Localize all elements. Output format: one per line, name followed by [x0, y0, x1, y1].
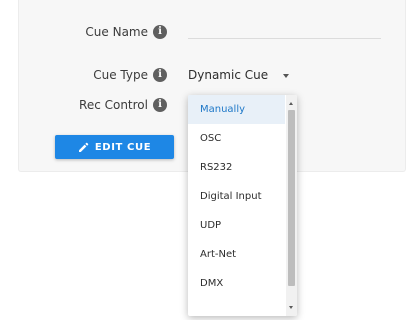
dropdown-scrollbar[interactable]	[286, 95, 297, 316]
rec-control-dropdown[interactable]: Manually OSC RS232 Digital Input UDP Art…	[188, 95, 297, 316]
option-rs232[interactable]: RS232	[188, 153, 285, 182]
cue-type-label: Cue Type	[93, 68, 148, 82]
option-digital-input[interactable]: Digital Input	[188, 182, 285, 211]
option-art-net[interactable]: Art-Net	[188, 240, 285, 269]
rec-control-info-icon[interactable]: i	[153, 98, 167, 112]
cue-name-label: Cue Name	[85, 25, 148, 39]
pencil-icon	[78, 142, 89, 152]
cue-name-input[interactable]	[188, 20, 381, 39]
edit-cue-button[interactable]: EDIT CUE	[55, 135, 174, 159]
cue-type-select[interactable]: Dynamic Cue	[188, 68, 268, 82]
scroll-down-icon[interactable]	[289, 306, 293, 309]
chevron-down-icon[interactable]	[283, 74, 289, 78]
rec-control-label: Rec Control	[79, 98, 148, 112]
option-manually[interactable]: Manually	[188, 95, 285, 124]
option-osc[interactable]: OSC	[188, 124, 285, 153]
cue-name-info-icon[interactable]: i	[153, 25, 167, 39]
rec-control-options: Manually OSC RS232 Digital Input UDP Art…	[188, 95, 285, 298]
cue-type-info-icon[interactable]: i	[153, 68, 167, 82]
page: Cue Name i Cue Type i Dynamic Cue Rec Co…	[0, 0, 412, 320]
scroll-up-icon[interactable]	[289, 102, 293, 105]
option-dmx[interactable]: DMX	[188, 269, 285, 298]
scroll-thumb[interactable]	[288, 110, 295, 286]
option-udp[interactable]: UDP	[188, 211, 285, 240]
edit-cue-button-label: EDIT CUE	[94, 141, 152, 153]
